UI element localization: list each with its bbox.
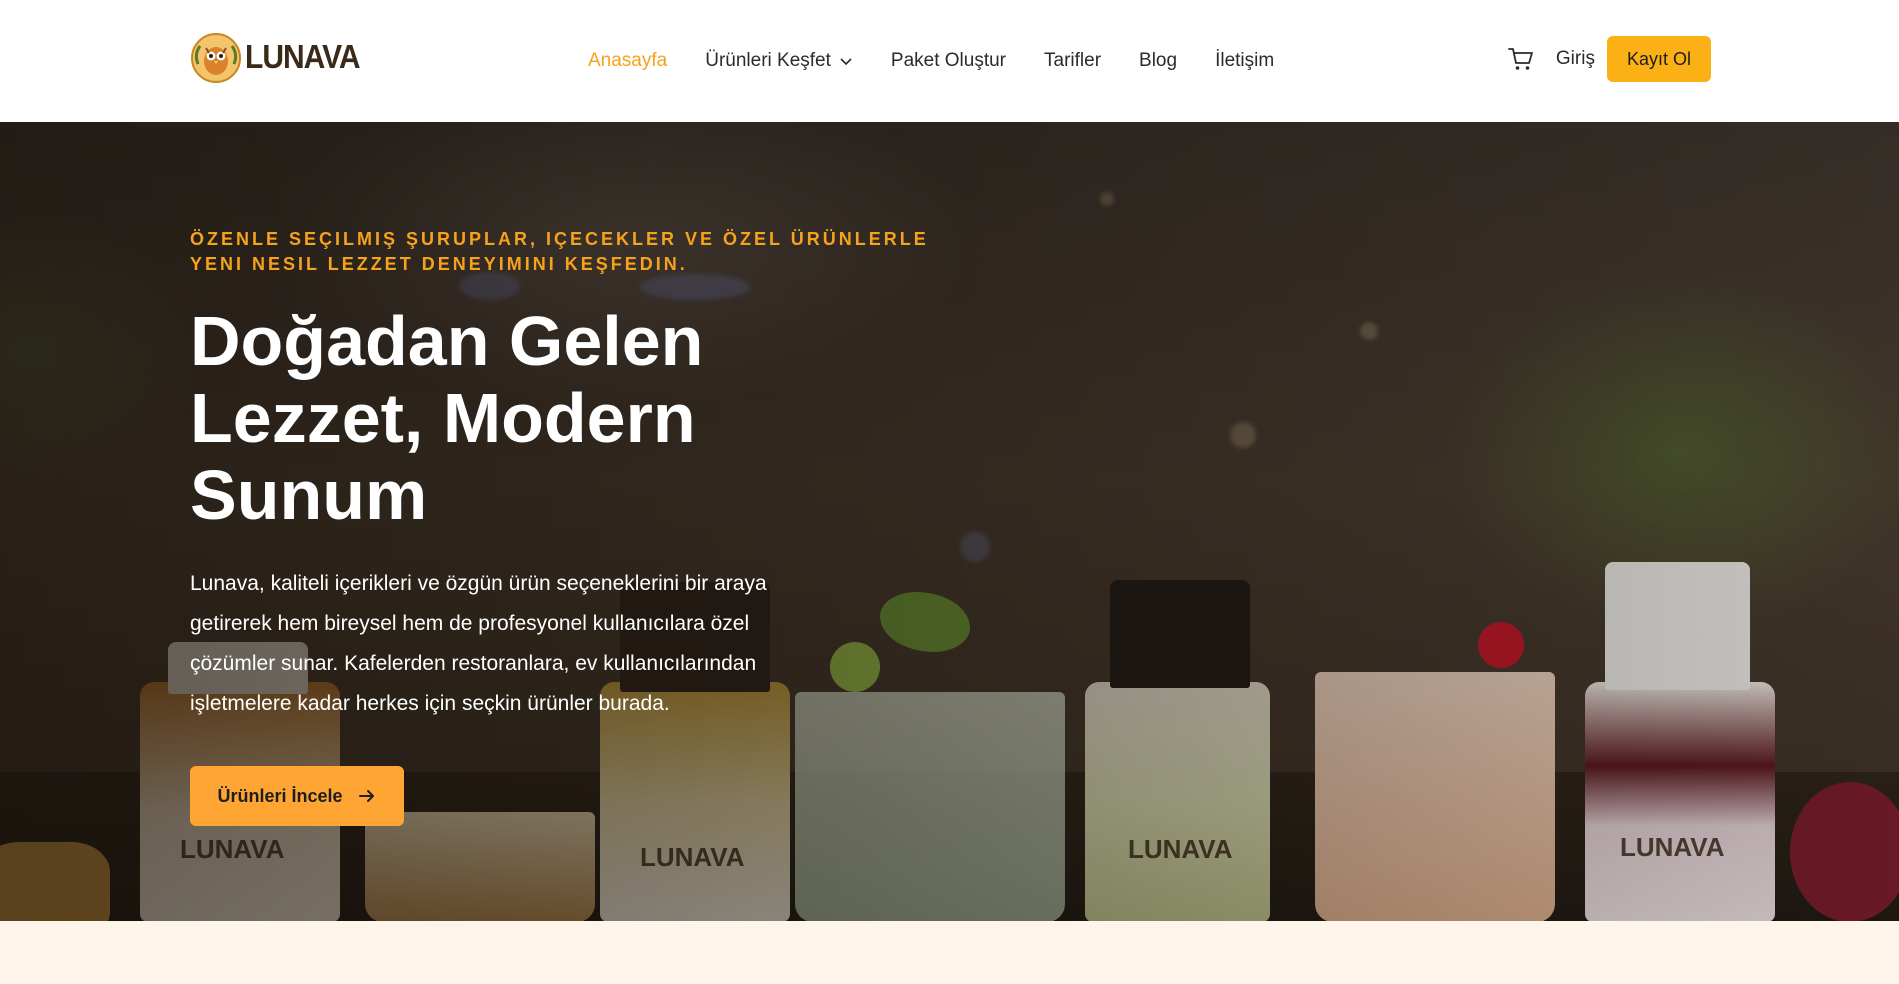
nav-item-products-dropdown[interactable]: Ürünleri Keşfet xyxy=(705,50,853,72)
nav-item-blog[interactable]: Blog xyxy=(1139,50,1177,72)
site-header: LUNAVA Anasayfa Ürünleri Keşfet Paket Ol… xyxy=(0,0,1899,122)
nav-item-home[interactable]: Anasayfa xyxy=(588,50,667,72)
explore-products-button[interactable]: Ürünleri İncele xyxy=(190,766,404,826)
hero-title: Doğadan Gelen Lezzet, Modern Sunum xyxy=(190,302,704,534)
nav-item-label: Blog xyxy=(1139,50,1178,71)
register-button[interactable]: Kayıt Ol xyxy=(1606,36,1711,82)
login-link[interactable]: Giriş xyxy=(1556,48,1595,70)
hero-section: LUNAVA LUNAVA LUNAVA LUNAVA Özenle seçil… xyxy=(0,122,1899,921)
nav-item-label: Ürünleri Keşfet xyxy=(705,50,831,71)
nav-item-label: Tarifler xyxy=(1044,50,1102,71)
shopping-cart-icon[interactable] xyxy=(1506,44,1536,74)
hero-content: Özenle seçilmiş şuruplar, içecekler ve ö… xyxy=(190,227,950,826)
explore-products-label: Ürünleri İncele xyxy=(217,785,343,806)
hero-eyebrow: Özenle seçilmiş şuruplar, içecekler ve ö… xyxy=(190,227,950,277)
brand-logo[interactable]: LUNAVA xyxy=(190,32,361,84)
nav-item-label: İletişim xyxy=(1215,50,1275,71)
arrow-right-icon xyxy=(358,790,374,802)
next-section-background xyxy=(0,921,1899,984)
nav-item-build-package[interactable]: Paket Oluştur xyxy=(891,50,1006,72)
owl-mascot-icon xyxy=(191,33,241,83)
chevron-down-icon xyxy=(840,58,852,66)
nav-item-label: Paket Oluştur xyxy=(890,50,1007,71)
main-nav: Anasayfa Ürünleri Keşfet Paket Oluştur T… xyxy=(588,0,1312,122)
brand-name: LUNAVA xyxy=(245,38,361,76)
header-actions: Giriş Kayıt Ol xyxy=(1506,36,1711,82)
nav-item-contact[interactable]: İletişim xyxy=(1215,50,1274,72)
hero-eyebrow-line2: yeni nesil lezzet deneyimini keşfedin. xyxy=(190,254,688,274)
hero-description: Lunava, kaliteli içerikleri ve özgün ürü… xyxy=(190,572,767,715)
nav-item-recipes[interactable]: Tarifler xyxy=(1044,50,1101,72)
nav-item-label: Anasayfa xyxy=(588,50,668,71)
hero-eyebrow-line1: Özenle seçilmiş şuruplar, içecekler ve ö… xyxy=(190,229,929,249)
